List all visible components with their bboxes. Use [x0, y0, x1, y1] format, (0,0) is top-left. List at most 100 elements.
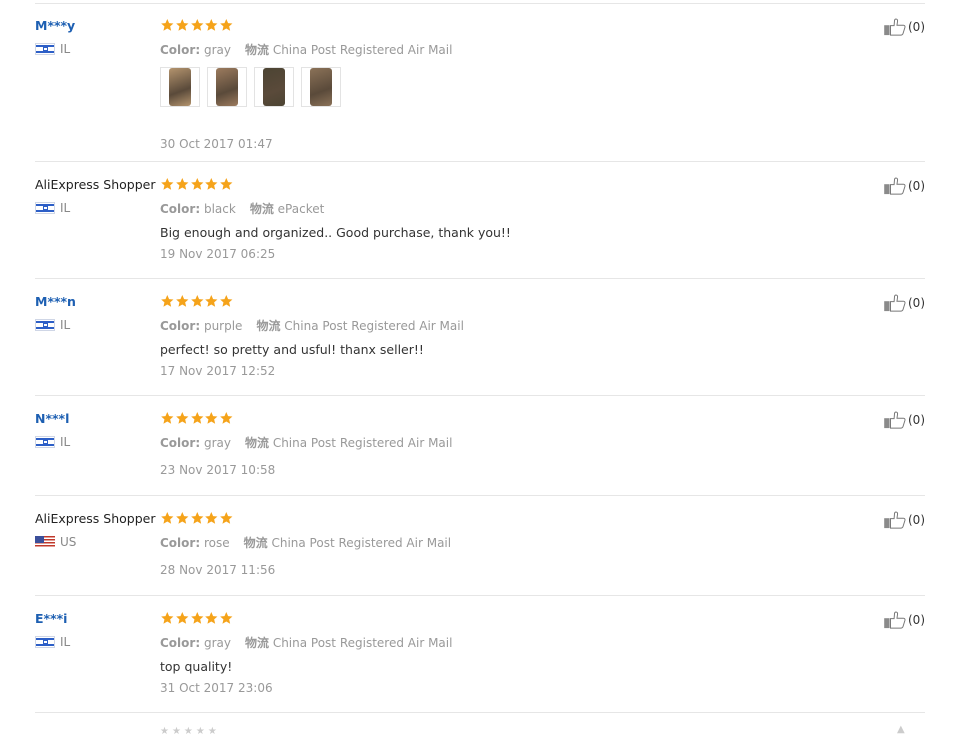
reviewer-name[interactable]: N***l [35, 411, 69, 427]
color-label: Color: [160, 536, 201, 550]
photo-preview [310, 68, 332, 106]
review-divider [35, 395, 925, 396]
helpful-count: (0) [908, 20, 925, 34]
order-info: Color: rose 物流 China Post Registered Air … [160, 534, 451, 551]
reviewer-country: US [35, 535, 76, 549]
helpful-count: (0) [908, 179, 925, 193]
helpful-button[interactable]: (0) [883, 611, 925, 629]
star-rating [160, 511, 234, 525]
order-info: Color: gray 物流 China Post Registered Air … [160, 634, 452, 651]
star-icon [205, 295, 218, 307]
review-photo-thumbnail[interactable] [254, 67, 294, 107]
review-divider [35, 595, 925, 596]
country-code: US [60, 535, 77, 549]
thumbs-up-icon [884, 411, 906, 429]
color-label: Color: [160, 636, 201, 650]
color-value: rose [203, 536, 230, 550]
thumbs-up-icon [884, 611, 906, 629]
star-icon [175, 412, 189, 424]
review-date: 19 Nov 2017 06:25 [160, 247, 276, 261]
star-rating [160, 18, 234, 32]
reviewer-country: IL [35, 318, 70, 332]
helpful-button[interactable]: (0) [883, 511, 925, 529]
review-photo-thumbnail[interactable] [301, 67, 341, 107]
star-icon [190, 19, 203, 31]
shipping-label: 物流 [244, 436, 269, 450]
review-date: 17 Nov 2017 12:52 [160, 364, 276, 378]
reviewer-name: AliExpress Shopper [35, 177, 156, 192]
color-value: purple [203, 319, 243, 333]
review-date: 28 Nov 2017 11:56 [160, 563, 276, 577]
reviewer-country: IL [35, 201, 70, 215]
shipping-label: 物流 [249, 202, 274, 216]
review-date: 31 Oct 2017 23:06 [160, 681, 273, 695]
helpful-count: (0) [908, 513, 925, 527]
star-icon [190, 512, 203, 524]
review-photo-thumbnail[interactable] [207, 67, 247, 107]
helpful-count: (0) [908, 296, 925, 310]
reviewer-country: IL [35, 42, 70, 56]
star-icon [190, 178, 203, 190]
thumbs-up-icon [884, 18, 906, 36]
review-photo-thumbnail[interactable] [160, 67, 200, 107]
thumbs-up-icon [884, 294, 906, 312]
review-date: 30 Oct 2017 01:47 [160, 137, 273, 151]
shipping-label: 物流 [244, 43, 269, 57]
flag-il-icon [35, 319, 55, 331]
star-rating [160, 411, 234, 425]
star-icon [220, 295, 233, 307]
star-icon [161, 178, 174, 190]
next-review-peek: ★★★★★ [160, 726, 220, 737]
star-rating [160, 294, 234, 308]
reviewer-name[interactable]: E***i [35, 611, 67, 627]
country-code: IL [60, 435, 71, 449]
star-icon [161, 295, 174, 307]
reviewer-name[interactable]: M***y [35, 18, 75, 34]
country-code: IL [60, 201, 71, 215]
review-text: top quality! [160, 659, 233, 674]
star-icon [161, 612, 174, 624]
thumbs-up-icon [884, 177, 906, 195]
shipping-value: China Post Registered Air Mail [272, 43, 453, 57]
order-info: Color: gray 物流 China Post Registered Air … [160, 41, 452, 58]
review-text: Big enough and organized.. Good purchase… [160, 225, 511, 240]
color-value: gray [203, 436, 231, 450]
review-date: 23 Nov 2017 10:58 [160, 463, 276, 477]
review-divider [35, 712, 925, 713]
star-icon [161, 512, 174, 524]
photo-preview [263, 68, 285, 106]
star-icon [220, 19, 233, 31]
star-icon [190, 412, 203, 424]
shipping-value: ePacket [277, 202, 325, 216]
star-icon [175, 178, 189, 190]
flag-us-icon [35, 536, 55, 548]
star-icon [220, 412, 233, 424]
helpful-button[interactable]: (0) [883, 294, 925, 312]
helpful-button[interactable]: (0) [883, 18, 925, 36]
color-label: Color: [160, 319, 201, 333]
flag-il-icon [35, 43, 55, 55]
star-rating [160, 177, 234, 191]
color-value: gray [203, 43, 231, 57]
star-icon [220, 612, 233, 624]
helpful-button[interactable]: (0) [883, 177, 925, 195]
flag-il-icon [35, 202, 55, 214]
review-text: perfect! so pretty and usful! thanx sell… [160, 342, 424, 357]
helpful-button[interactable]: (0) [883, 411, 925, 429]
reviewer-name[interactable]: M***n [35, 294, 76, 310]
order-info: Color: gray 物流 China Post Registered Air … [160, 434, 452, 451]
review-photos [160, 67, 348, 107]
star-icon [175, 295, 189, 307]
shipping-value: China Post Registered Air Mail [272, 436, 453, 450]
star-icon [161, 412, 174, 424]
star-icon [220, 512, 233, 524]
star-icon [175, 612, 189, 624]
shipping-value: China Post Registered Air Mail [284, 319, 464, 333]
star-icon [175, 19, 189, 31]
reviewer-country: IL [35, 635, 70, 649]
review-divider [35, 161, 925, 162]
helpful-count: (0) [908, 613, 925, 627]
star-rating [160, 611, 234, 625]
star-icon [190, 295, 203, 307]
thumbs-up-icon [884, 511, 906, 529]
